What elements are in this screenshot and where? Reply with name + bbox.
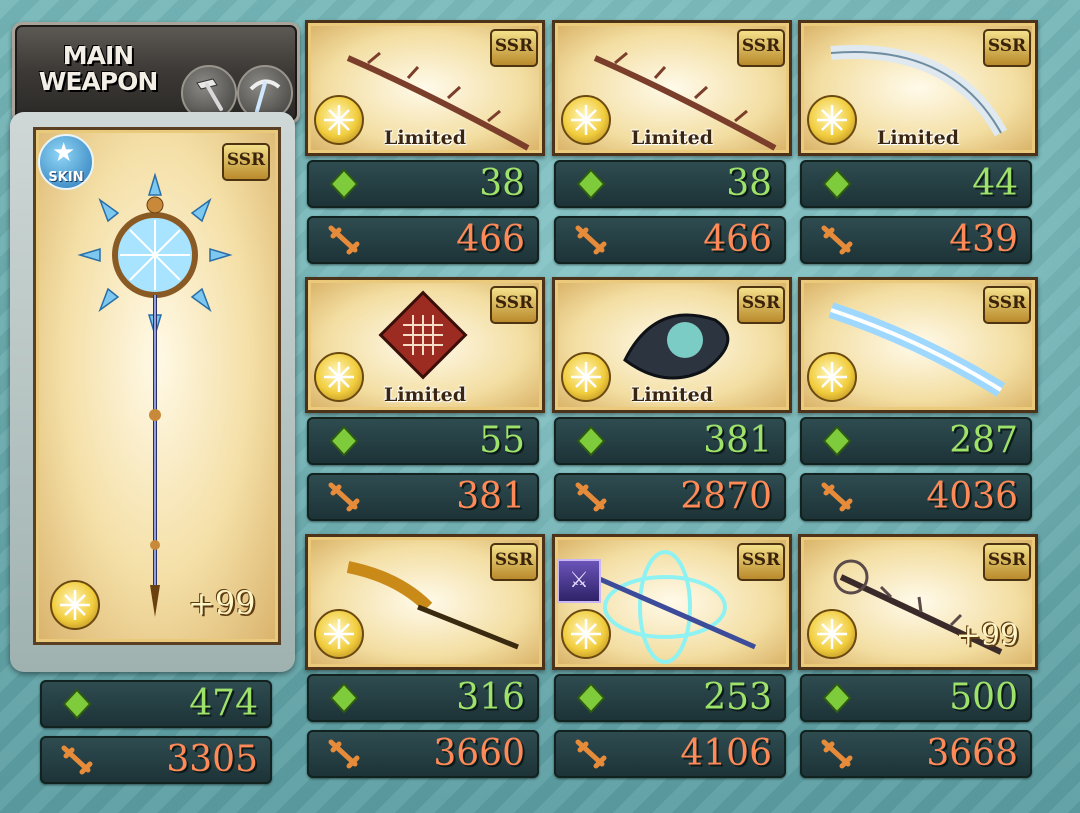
crossed-swords-icon: ⚔ <box>557 559 601 603</box>
atk-bar: 466 <box>307 216 539 264</box>
element-light-icon <box>807 352 857 402</box>
hp-gem-icon <box>329 168 359 200</box>
atk-bar: 2870 <box>554 473 786 521</box>
main-weapon-title-line2: WEAPON <box>38 67 159 96</box>
atk-bar: 3660 <box>307 730 539 778</box>
star-icon: ★ <box>52 138 76 168</box>
main-weapon-plus: +99 <box>188 584 256 622</box>
weapon-card[interactable]: SSR <box>798 277 1038 413</box>
hp-gem-icon <box>822 168 852 200</box>
hp-bar: 38 <box>307 160 539 208</box>
atk-value: 466 <box>456 219 525 260</box>
main-weapon-title: MAIN WEAPON <box>23 43 173 95</box>
atk-value: 466 <box>703 219 772 260</box>
element-light-icon <box>561 609 611 659</box>
limited-tag: Limited <box>630 384 714 406</box>
atk-bar: 4106 <box>554 730 786 778</box>
hp-bar: 44 <box>800 160 1032 208</box>
element-light-icon <box>50 580 100 630</box>
weapon-card[interactable]: SSR Limited <box>305 20 545 156</box>
atk-value: 4106 <box>680 733 772 774</box>
atk-sword-icon <box>821 482 853 512</box>
hp-gem-icon <box>576 425 606 457</box>
rarity-badge: SSR <box>737 29 785 67</box>
atk-value: 439 <box>949 219 1018 260</box>
weapon-card[interactable]: SSR <box>305 534 545 670</box>
hp-gem-icon <box>62 688 92 720</box>
main-weapon-hp-bar: 474 <box>40 680 272 728</box>
rarity-badge: SSR <box>983 543 1031 581</box>
rarity-badge: SSR <box>490 543 538 581</box>
weapon-card[interactable]: SSR +99 <box>798 534 1038 670</box>
hp-bar: 55 <box>307 417 539 465</box>
hp-bar: 38 <box>554 160 786 208</box>
atk-sword-icon <box>575 225 607 255</box>
atk-value: 3660 <box>433 733 525 774</box>
main-weapon-atk-bar: 3305 <box>40 736 272 784</box>
main-weapon-header: MAIN WEAPON <box>12 22 300 124</box>
ice-staff-icon <box>77 172 233 617</box>
hp-bar: 381 <box>554 417 786 465</box>
hp-value: 44 <box>972 163 1018 204</box>
atk-sword-icon <box>575 739 607 769</box>
atk-bar: 381 <box>307 473 539 521</box>
weapon-card[interactable]: SSR Limited <box>552 20 792 156</box>
main-weapon-atk-value: 3305 <box>166 739 258 780</box>
limited-tag: Limited <box>630 127 714 149</box>
hp-value: 316 <box>456 677 525 718</box>
hp-gem-icon <box>576 168 606 200</box>
atk-sword-icon <box>821 739 853 769</box>
limited-tag: Limited <box>383 384 467 406</box>
hp-value: 38 <box>726 163 772 204</box>
atk-bar: 4036 <box>800 473 1032 521</box>
atk-bar: 439 <box>800 216 1032 264</box>
atk-sword-icon <box>328 482 360 512</box>
hp-bar: 500 <box>800 674 1032 722</box>
atk-value: 381 <box>456 476 525 517</box>
hp-gem-icon <box>329 682 359 714</box>
weapon-card[interactable]: SSR Limited <box>305 277 545 413</box>
hp-gem-icon <box>822 682 852 714</box>
atk-bar: 3668 <box>800 730 1032 778</box>
plus-value: +99 <box>955 618 1019 653</box>
hp-bar: 253 <box>554 674 786 722</box>
main-weapon-hp-value: 474 <box>189 683 258 724</box>
hp-value: 381 <box>703 420 772 461</box>
hp-value: 287 <box>949 420 1018 461</box>
element-light-icon <box>807 609 857 659</box>
hp-value: 38 <box>479 163 525 204</box>
hp-gem-icon <box>576 682 606 714</box>
hp-bar: 287 <box>800 417 1032 465</box>
hp-gem-icon <box>822 425 852 457</box>
hp-value: 253 <box>703 677 772 718</box>
rarity-badge: SSR <box>490 286 538 324</box>
atk-value: 2870 <box>680 476 772 517</box>
element-light-icon <box>314 609 364 659</box>
limited-tag: Limited <box>383 127 467 149</box>
rarity-badge: SSR <box>983 286 1031 324</box>
weapon-card[interactable]: SSR ⚔ <box>552 534 792 670</box>
atk-sword-icon <box>328 225 360 255</box>
rarity-badge: SSR <box>490 29 538 67</box>
rarity-badge: SSR <box>983 29 1031 67</box>
atk-sword-icon <box>328 739 360 769</box>
atk-value: 3668 <box>926 733 1018 774</box>
hp-value: 500 <box>949 677 1018 718</box>
hp-gem-icon <box>329 425 359 457</box>
limited-tag: Limited <box>876 127 960 149</box>
hp-value: 55 <box>479 420 525 461</box>
rarity-badge: SSR <box>737 543 785 581</box>
rarity-badge: SSR <box>737 286 785 324</box>
party-weapon-screen: MAIN WEAPON SSR ★ SKIN +99 474 3305 SSR … <box>0 0 1080 813</box>
atk-sword-icon <box>821 225 853 255</box>
hp-bar: 316 <box>307 674 539 722</box>
atk-sword-icon <box>575 482 607 512</box>
atk-sword-icon <box>61 745 93 775</box>
weapon-card[interactable]: SSR Limited <box>798 20 1038 156</box>
weapon-card[interactable]: SSR Limited <box>552 277 792 413</box>
main-weapon-title-line1: MAIN <box>62 41 134 70</box>
atk-bar: 466 <box>554 216 786 264</box>
atk-value: 4036 <box>926 476 1018 517</box>
